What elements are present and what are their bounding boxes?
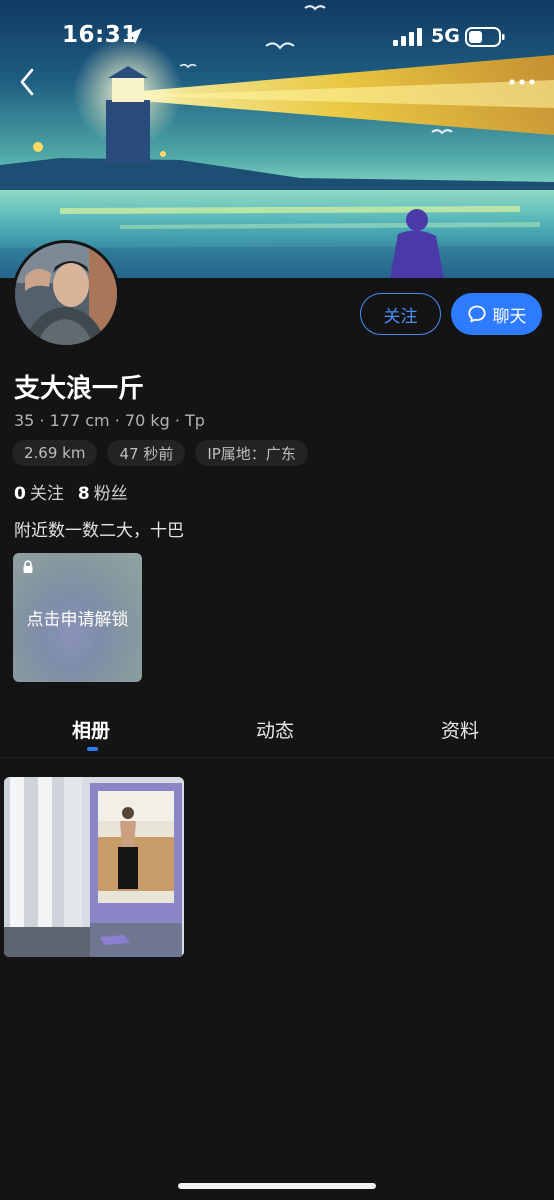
following-number: 0: [14, 484, 26, 504]
battery-icon: [465, 27, 505, 47]
avatar[interactable]: [12, 240, 120, 348]
profile-badges: 2.69 km 47 秒前 IP属地：广东: [12, 440, 308, 466]
home-indicator: [178, 1183, 376, 1189]
locked-album-card[interactable]: 点击申请解锁: [13, 553, 142, 682]
album-photo[interactable]: [4, 777, 184, 957]
chat-button-label: 聊天: [492, 306, 527, 327]
profile-tabs: 相册 动态 资料: [0, 710, 554, 758]
ip-location-badge: IP属地：广东: [195, 440, 308, 466]
status-bar: 16:31 5G: [0, 0, 554, 76]
followers-count[interactable]: 8 粉丝: [78, 479, 128, 504]
followers-number: 8: [77, 484, 90, 504]
chat-bubble-icon: [467, 305, 486, 323]
album-photo-image: [4, 777, 184, 957]
avatar-photo: [15, 243, 117, 345]
location-arrow-icon: [126, 28, 142, 44]
tab-profile-info[interactable]: 资料: [441, 716, 479, 743]
followers-label: 粉丝: [93, 484, 128, 504]
tab-album[interactable]: 相册: [72, 716, 110, 743]
chat-button[interactable]: 聊天: [451, 293, 542, 335]
following-count[interactable]: 0 关注: [14, 479, 64, 504]
lock-icon: [23, 560, 33, 573]
bio: 附近数一数二大，十巴: [14, 521, 184, 541]
last-active-badge: 47 秒前: [107, 440, 186, 466]
back-chevron-icon[interactable]: [14, 64, 42, 100]
distance-badge: 2.69 km: [12, 440, 98, 466]
active-tab-indicator: [87, 747, 98, 751]
follow-counts: 0 关注 8 粉丝: [14, 479, 128, 504]
following-label: 关注: [29, 484, 64, 504]
more-dots-icon[interactable]: [505, 68, 539, 96]
signal-icon: [393, 28, 422, 46]
profile-stats: 35 · 177 cm · 70 kg · Tp: [14, 411, 205, 430]
nickname: 支大浪一斤: [14, 374, 145, 404]
network-label: 5G: [431, 25, 460, 47]
follow-button[interactable]: 关注: [360, 293, 441, 335]
follow-button-label: 关注: [383, 306, 418, 327]
profile-screen: 16:31 5G 关注 聊天 支大浪一斤 35 · 177 cm · 70 kg…: [0, 0, 554, 1200]
unlock-request-label: 点击申请解锁: [26, 610, 129, 630]
tab-moments[interactable]: 动态: [256, 716, 294, 743]
